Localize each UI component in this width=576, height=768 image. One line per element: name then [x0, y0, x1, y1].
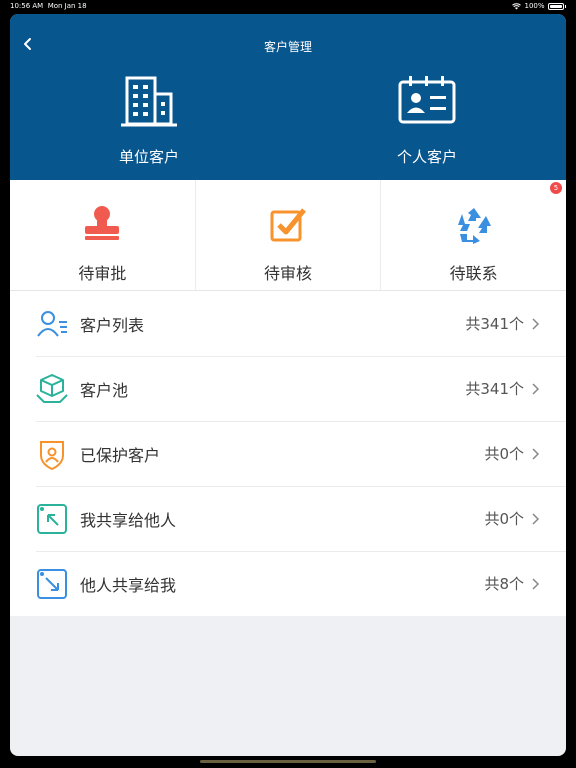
- app-window: 客户管理 单位客户 个人客户 待审批 待审核 待联系 5 客户列表 共341个 …: [10, 14, 566, 756]
- personal-customer-label: 个人客户: [396, 148, 457, 166]
- share-in-icon: [37, 568, 67, 599]
- status-bar: 10:56 AM Mon Jan 18 100%: [0, 0, 576, 14]
- customer-menu-list: 客户列表 共341个 客户池 共341个 已保护客户 共0个 我共享给他人 共0…: [10, 291, 566, 616]
- building-icon: [121, 76, 177, 127]
- list-item-count: 共8个: [484, 575, 524, 593]
- list-item-label: 客户列表: [80, 315, 145, 335]
- shield-user-icon: [40, 440, 64, 470]
- list-item-shared-with-me[interactable]: 他人共享给我 共8个: [10, 551, 566, 616]
- list-item-label: 已保护客户: [80, 445, 161, 465]
- list-item-protected-customers[interactable]: 已保护客户 共0个: [10, 421, 566, 486]
- pending-approval-tile[interactable]: 待审批: [10, 180, 196, 290]
- enterprise-customer-label: 单位客户: [118, 148, 179, 166]
- personal-customer-button[interactable]: 个人客户: [357, 74, 497, 167]
- chevron-right-icon: [532, 577, 540, 590]
- list-item-customer-pool[interactable]: 客户池 共341个: [10, 356, 566, 421]
- list-item-label: 我共享给他人: [80, 510, 177, 530]
- list-item-label: 客户池: [80, 380, 129, 400]
- chevron-right-icon: [532, 512, 540, 525]
- list-item-count: 共0个: [484, 445, 524, 463]
- home-indicator[interactable]: [200, 760, 376, 763]
- battery-percent: 100%: [524, 2, 545, 10]
- status-time: 10:56 AM Mon Jan 18: [10, 2, 87, 10]
- list-item-count: 共341个: [465, 380, 524, 398]
- enterprise-customer-button[interactable]: 单位客户: [79, 74, 219, 167]
- list-item-count: 共341个: [465, 315, 524, 333]
- list-item-shared-by-me[interactable]: 我共享给他人 共0个: [10, 486, 566, 551]
- pending-review-tile[interactable]: 待审核: [196, 180, 382, 290]
- list-item-customer-list[interactable]: 客户列表 共341个: [10, 291, 566, 356]
- checkbox-icon: [270, 208, 306, 242]
- page-title: 客户管理: [263, 40, 312, 54]
- header: 客户管理 单位客户 个人客户: [10, 14, 566, 180]
- pending-contact-label: 待联系: [449, 264, 498, 283]
- chevron-right-icon: [532, 382, 540, 395]
- recycle-icon: [457, 208, 491, 244]
- chevron-right-icon: [532, 317, 540, 330]
- user-list-icon: [37, 310, 67, 337]
- share-out-icon: [37, 503, 67, 534]
- battery-icon: [547, 2, 564, 10]
- wifi-icon: [512, 2, 522, 9]
- id-card-icon: [398, 76, 456, 124]
- pending-contact-tile[interactable]: 待联系 5: [381, 180, 566, 290]
- notification-badge: 5: [550, 182, 563, 194]
- chevron-right-icon: [532, 447, 540, 460]
- list-item-count: 共0个: [484, 510, 524, 528]
- list-item-label: 他人共享给我: [80, 575, 177, 595]
- pending-review-label: 待审核: [264, 264, 313, 283]
- status-right: 100%: [512, 2, 566, 10]
- stamp-icon: [85, 206, 120, 240]
- status-grid: 待审批 待审核 待联系 5: [10, 180, 566, 291]
- pending-approval-label: 待审批: [78, 264, 127, 283]
- box-hand-icon: [36, 373, 68, 403]
